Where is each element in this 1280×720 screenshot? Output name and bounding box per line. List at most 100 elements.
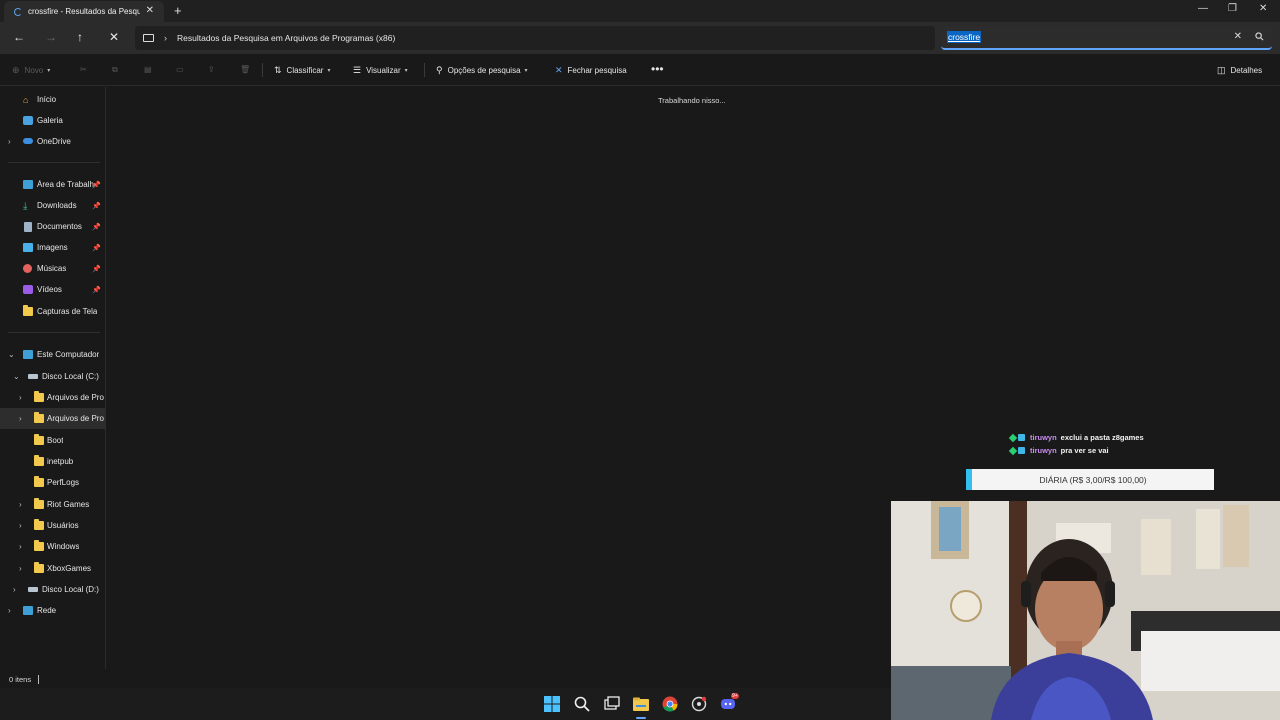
sidebar-item-label: XboxGames — [47, 564, 92, 573]
sidebar-item-riot-games[interactable]: › Riot Games — [0, 494, 105, 515]
chat-text: pra ver se vai — [1060, 446, 1109, 455]
collapse-chevron-icon[interactable]: ⌄ — [8, 350, 15, 359]
pin-icon[interactable]: 📌 — [92, 202, 101, 210]
sidebar-item-this-pc[interactable]: ⌄ Este Computador — [0, 344, 105, 365]
search-options-button[interactable]: ⚲ Opções de pesquisa ▾ — [436, 65, 528, 76]
pin-icon[interactable]: 📌 — [92, 181, 101, 189]
sidebar-item-documents[interactable]: Documentos 📌 — [0, 216, 105, 237]
close-search-button[interactable]: ✕ Fechar pesquisa — [555, 65, 627, 76]
chevron-right-icon[interactable]: › — [164, 33, 167, 43]
tab-search-results[interactable]: crossfire - Resultados da Pesquisa em Ar… — [4, 1, 164, 22]
expand-chevron-icon[interactable]: › — [8, 606, 11, 615]
sidebar-item-network[interactable]: › Rede — [0, 600, 105, 621]
expand-chevron-icon[interactable]: › — [19, 414, 22, 423]
computer-icon — [143, 34, 154, 42]
sidebar-item-program-files[interactable]: › Arquivos de Programas — [0, 387, 105, 408]
address-path: Resultados da Pesquisa em Arquivos de Pr… — [177, 33, 396, 43]
paste-icon[interactable]: ▤ — [144, 65, 152, 74]
sidebar-item-desktop[interactable]: Área de Trabalho 📌 — [0, 174, 105, 195]
donation-goal-bar: DIÁRIA (R$ 3,00/R$ 100,00) — [966, 469, 1214, 490]
gallery-icon — [23, 116, 33, 125]
search-options-icon: ⚲ — [436, 65, 443, 75]
expand-chevron-icon[interactable]: › — [13, 585, 16, 594]
delete-icon[interactable]: 🗑 — [240, 65, 250, 74]
sidebar-item-pictures[interactable]: Imagens 📌 — [0, 237, 105, 258]
chrome-icon[interactable] — [662, 696, 678, 712]
sort-button[interactable]: ⇅ Classificar ▾ — [274, 65, 330, 76]
view-button[interactable]: ☰ Visualizar ▾ — [353, 65, 408, 76]
expand-chevron-icon[interactable]: › — [19, 500, 22, 509]
minimize-button[interactable]: — — [1198, 3, 1208, 14]
folder-icon — [34, 498, 44, 509]
search-query[interactable]: crossfire — [947, 31, 982, 43]
status-divider — [38, 675, 39, 684]
share-icon[interactable]: ⇪ — [208, 65, 215, 74]
more-options-icon[interactable]: ••• — [651, 62, 664, 76]
pin-icon[interactable]: 📌 — [92, 265, 101, 273]
sidebar-item-drive-d[interactable]: › Disco Local (D:) — [0, 579, 105, 600]
expand-chevron-icon[interactable]: › — [8, 137, 11, 146]
folder-icon — [34, 540, 44, 551]
expand-chevron-icon[interactable]: › — [19, 542, 22, 551]
copy-icon[interactable]: ⧉ — [112, 65, 118, 75]
expand-chevron-icon[interactable]: › — [19, 393, 22, 402]
sidebar-item-users[interactable]: › Usuários — [0, 515, 105, 536]
sidebar-item-home[interactable]: ⌂ Início — [0, 89, 105, 110]
search-progress-message: Trabalhando nisso... — [658, 96, 726, 105]
item-count: 0 itens — [9, 675, 32, 684]
tab-title: crossfire - Resultados da Pesquisa em Ar… — [28, 7, 140, 16]
sidebar-item-downloads[interactable]: ⤓ Downloads 📌 — [0, 195, 105, 216]
close-window-button[interactable]: ✕ — [1259, 3, 1267, 14]
sidebar-item-onedrive[interactable]: › OneDrive — [0, 131, 105, 152]
pin-icon[interactable]: 📌 — [92, 244, 101, 252]
pin-icon[interactable]: 📌 — [92, 286, 101, 294]
expand-chevron-icon[interactable]: › — [19, 521, 22, 530]
sidebar-item-perflogs[interactable]: PerfLogs — [0, 472, 105, 493]
app-icon[interactable] — [691, 696, 707, 712]
sidebar-item-videos[interactable]: Vídeos 📌 — [0, 279, 105, 300]
new-tab-button[interactable]: + — [174, 3, 182, 18]
file-explorer-window: crossfire - Resultados da Pesquisa em Ar… — [0, 0, 1280, 720]
sidebar-item-program-files-x86[interactable]: › Arquivos de Programas (x86) — [0, 408, 105, 429]
windows-start-icon[interactable] — [544, 696, 560, 712]
tab-close-icon[interactable]: ✕ — [146, 5, 154, 16]
sidebar-item-music[interactable]: Músicas 📌 — [0, 258, 105, 279]
navigation-pane: ⌂ Início Galeria › OneDrive Área de Trab… — [0, 87, 106, 669]
clear-search-icon[interactable]: ✕ — [1234, 31, 1242, 42]
sidebar-item-boot[interactable]: Boot — [0, 430, 105, 451]
sidebar-item-label: Disco Local (D:) — [42, 585, 99, 594]
search-icon[interactable] — [1255, 32, 1264, 41]
sidebar-item-drive-c[interactable]: ⌄ Disco Local (C:) — [0, 366, 105, 387]
search-icon[interactable] — [574, 696, 590, 712]
up-button[interactable]: ↑ — [77, 30, 83, 44]
rename-icon[interactable]: ▭ — [176, 65, 184, 74]
sidebar-item-label: inetpub — [47, 457, 74, 466]
task-view-icon[interactable] — [604, 696, 620, 712]
cut-icon[interactable]: ✂ — [80, 65, 87, 74]
sidebar-item-label: Riot Games — [47, 500, 90, 509]
back-button[interactable]: ← — [13, 30, 25, 44]
sidebar-item-windows[interactable]: › Windows — [0, 536, 105, 557]
expand-chevron-icon[interactable]: › — [19, 564, 22, 573]
sidebar-item-inetpub[interactable]: inetpub — [0, 451, 105, 472]
pin-icon[interactable]: 📌 — [92, 223, 101, 231]
new-button[interactable]: ⊕ Novo ▾ — [12, 65, 50, 76]
address-bar[interactable]: › Resultados da Pesquisa em Arquivos de … — [135, 26, 935, 50]
collapse-chevron-icon[interactable]: ⌄ — [13, 372, 20, 381]
details-button[interactable]: ◫ Detalhes — [1217, 65, 1262, 76]
restore-button[interactable]: ❐ — [1228, 3, 1237, 14]
file-explorer-icon[interactable] — [633, 696, 649, 712]
sidebar-item-xboxgames[interactable]: › XboxGames — [0, 558, 105, 579]
sidebar-item-screenshots[interactable]: Capturas de Tela — [0, 301, 105, 322]
forward-button[interactable]: → — [45, 30, 57, 44]
chat-username: tiruwyn — [1030, 446, 1057, 455]
sidebar-item-label: Músicas — [37, 264, 67, 273]
chevron-down-icon: ▾ — [404, 68, 408, 74]
search-input[interactable]: crossfire ✕ — [941, 26, 1272, 50]
sidebar-item-gallery[interactable]: Galeria — [0, 110, 105, 131]
folder-icon — [34, 476, 44, 487]
chat-message: tiruwyn pra ver se vai — [1008, 444, 1144, 457]
chevron-down-icon: ▾ — [327, 68, 331, 74]
sidebar-item-label: Usuários — [47, 521, 79, 530]
stop-loading-button[interactable]: ✕ — [109, 30, 119, 44]
